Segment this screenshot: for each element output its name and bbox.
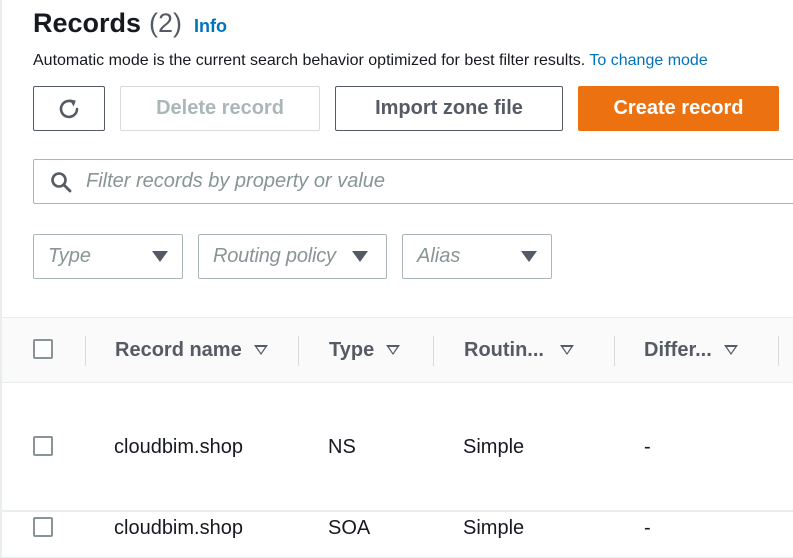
column-label: Differ... xyxy=(644,338,712,361)
caret-down-icon xyxy=(521,251,537,262)
record-type-cell: SOA xyxy=(328,517,371,539)
select-all-checkbox[interactable] xyxy=(33,339,53,359)
column-header-record-name[interactable]: Record name xyxy=(115,318,268,382)
table-row[interactable]: cloudbim.shop SOA Simple - xyxy=(2,511,793,558)
change-mode-link[interactable]: To change mode xyxy=(589,52,707,69)
column-label: Record name xyxy=(115,338,242,361)
alias-filter-select[interactable]: Alias xyxy=(402,234,552,279)
search-placeholder: Filter records by property or value xyxy=(86,170,386,192)
caret-down-icon xyxy=(352,251,368,262)
page-title: Records xyxy=(33,8,142,38)
record-name-cell: cloudbim.shop xyxy=(114,517,243,539)
records-table: Record name Type Routin... Differ... clo… xyxy=(2,317,793,558)
import-zone-file-button[interactable]: Import zone file xyxy=(335,86,563,131)
caret-down-icon xyxy=(152,251,168,262)
column-divider xyxy=(778,336,779,366)
routing-policy-cell: Simple xyxy=(463,517,525,539)
search-icon xyxy=(51,171,72,192)
table-row[interactable]: cloudbim.shop NS Simple - xyxy=(2,383,793,511)
column-divider xyxy=(85,336,86,366)
record-name-cell: cloudbim.shop xyxy=(114,436,243,458)
row-checkbox[interactable] xyxy=(33,517,53,537)
column-header-type[interactable]: Type xyxy=(329,318,401,382)
routing-policy-cell: Simple xyxy=(463,436,525,458)
description-text: Automatic mode is the current search beh… xyxy=(33,52,590,69)
table-header: Record name Type Routin... Differ... xyxy=(2,317,793,383)
refresh-button[interactable] xyxy=(33,86,105,131)
column-divider xyxy=(614,336,615,366)
sort-icon xyxy=(253,345,268,355)
sort-icon xyxy=(723,345,738,355)
row-checkbox[interactable] xyxy=(33,436,53,456)
info-link[interactable]: Info xyxy=(194,16,227,37)
delete-record-button[interactable]: Delete record xyxy=(120,86,320,131)
sort-icon xyxy=(559,345,574,355)
differentiator-cell: - xyxy=(644,517,651,539)
column-header-routing-policy[interactable]: Routin... xyxy=(464,318,574,382)
create-record-button[interactable]: Create record xyxy=(578,86,779,131)
alias-filter-placeholder: Alias xyxy=(417,245,461,267)
type-filter-placeholder: Type xyxy=(48,245,91,267)
search-mode-description: Automatic mode is the current search beh… xyxy=(33,52,793,70)
records-header: Records (2) Info xyxy=(33,8,227,44)
filter-search-input[interactable]: Filter records by property or value xyxy=(33,159,793,204)
record-type-cell: NS xyxy=(328,436,356,458)
records-count: (2) xyxy=(149,8,183,38)
refresh-icon xyxy=(59,98,79,118)
routing-policy-filter-select[interactable]: Routing policy xyxy=(198,234,387,279)
column-label: Routin... xyxy=(464,338,544,361)
type-filter-select[interactable]: Type xyxy=(33,234,183,279)
column-divider xyxy=(433,336,434,366)
column-label: Type xyxy=(329,338,375,361)
sort-icon xyxy=(386,345,401,355)
routing-filter-placeholder: Routing policy xyxy=(213,245,336,267)
differentiator-cell: - xyxy=(644,436,651,458)
column-header-differentiator[interactable]: Differ... xyxy=(644,318,738,382)
column-divider xyxy=(298,336,299,366)
